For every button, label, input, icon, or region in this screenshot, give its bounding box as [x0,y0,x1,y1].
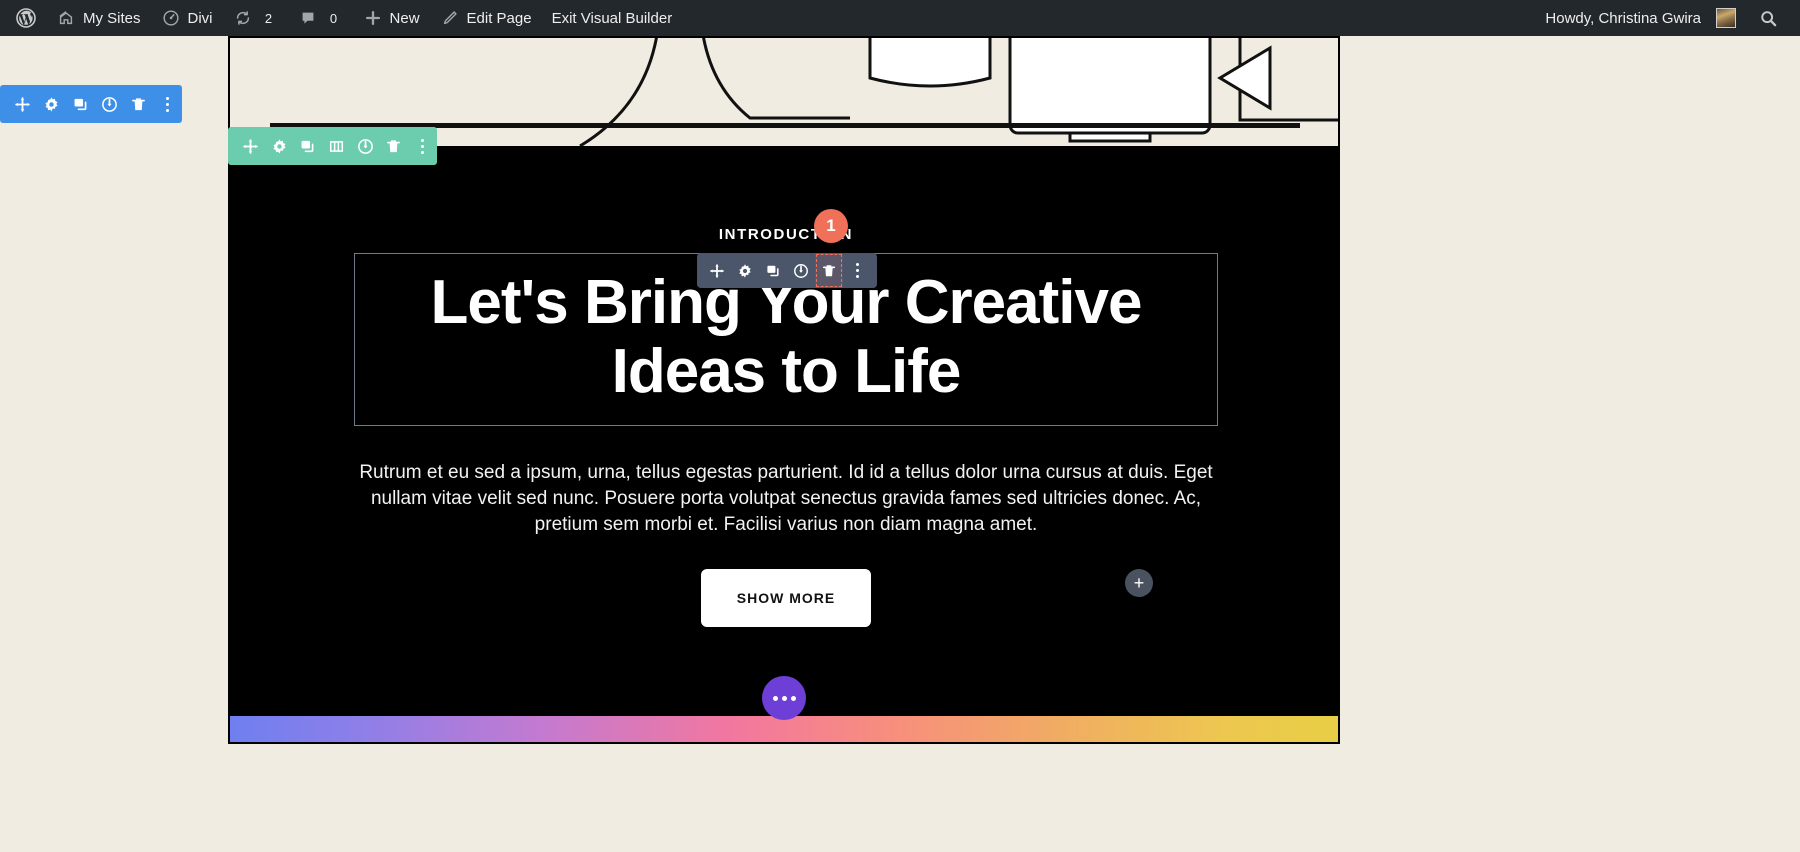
comments-icon [298,8,318,28]
module-duplicate-button[interactable] [759,253,787,288]
section-move-handle[interactable] [8,85,37,123]
row-disable-button[interactable] [351,127,380,165]
admin-bar-item-exit-visual-builder[interactable]: Exit Visual Builder [542,0,683,36]
updates-count: 2 [264,10,273,26]
admin-bar-left-group: My Sites Divi 2 0 New Edit Page Exit Vis… [0,0,682,36]
row-columns-button[interactable] [322,127,351,165]
admin-bar-search-button[interactable] [1746,0,1792,36]
account-menu[interactable]: Howdy, Christina Gwira [1535,0,1746,36]
wp-admin-bar: My Sites Divi 2 0 New Edit Page Exit Vis… [0,0,1800,36]
admin-bar-label-edit-page: Edit Page [466,9,532,27]
add-row-button[interactable]: + [1000,742,1028,744]
admin-bar-item-divi[interactable]: Divi [151,0,223,36]
admin-bar-item-updates[interactable]: 2 [223,0,288,36]
avatar [1716,8,1736,28]
sites-icon [56,8,76,28]
section-disable-button[interactable] [95,85,124,123]
gradient-divider [230,716,1338,742]
show-more-button[interactable]: SHOW MORE [700,569,872,628]
admin-bar-label-exit-visual-builder: Exit Visual Builder [551,9,673,27]
section-delete-button[interactable] [124,85,153,123]
add-module-button[interactable]: + [1125,569,1153,597]
admin-bar-label-divi: Divi [187,9,213,27]
wordpress-logo-button[interactable] [6,0,46,36]
section-toolbar[interactable] [0,85,182,123]
page-settings-button[interactable] [762,676,806,720]
divi-dashboard-icon [161,8,181,28]
admin-bar-label-new: New [389,9,420,27]
ellipsis-dot [772,695,778,701]
module-disable-button[interactable] [787,253,815,288]
eyebrow-text: INTRODUCTION [718,226,854,243]
section-more-options-button[interactable] [153,85,182,123]
search-icon [1758,8,1778,28]
section-settings-button[interactable] [37,85,66,123]
plus-icon [363,8,383,28]
row-toolbar[interactable] [228,127,437,165]
ellipsis-dot [790,695,796,701]
ellipsis-dot [781,695,787,701]
step-badge: 1 [814,209,848,243]
wordpress-logo-icon [16,8,36,28]
row-settings-button[interactable] [265,127,294,165]
row-duplicate-button[interactable] [293,127,322,165]
body-text: Rutrum et eu sed a ipsum, urna, tellus e… [359,461,1213,535]
module-move-handle[interactable] [703,253,731,288]
row-delete-button[interactable] [380,127,409,165]
updates-icon [233,8,253,28]
module-more-options-button[interactable] [843,253,871,288]
admin-bar-item-edit-page[interactable]: Edit Page [430,0,542,36]
row-move-handle[interactable] [236,127,265,165]
admin-bar-right-group: Howdy, Christina Gwira [1535,0,1800,36]
admin-bar-item-new[interactable]: New [353,0,430,36]
section-duplicate-button[interactable] [66,85,95,123]
intro-section: INTRODUCTION Let's Bring Your Creative I… [230,146,1338,744]
page-title: Let's Bring Your Creative Ideas to Life [430,268,1143,407]
admin-bar-item-my-sites[interactable]: My Sites [46,0,151,36]
vertical-dots-icon [421,138,425,154]
vertical-dots-icon [166,96,169,112]
row-more-options-button[interactable] [408,127,437,165]
admin-bar-item-comments[interactable]: 0 [288,0,353,36]
pencil-icon [440,8,460,28]
module-delete-button[interactable] [815,253,843,288]
module-settings-button[interactable] [731,253,759,288]
vertical-dots-icon [855,263,859,278]
howdy-label: Howdy, Christina Gwira [1545,9,1701,27]
comments-count: 0 [329,10,338,26]
admin-bar-label-my-sites: My Sites [83,9,141,27]
module-toolbar[interactable] [697,253,877,288]
